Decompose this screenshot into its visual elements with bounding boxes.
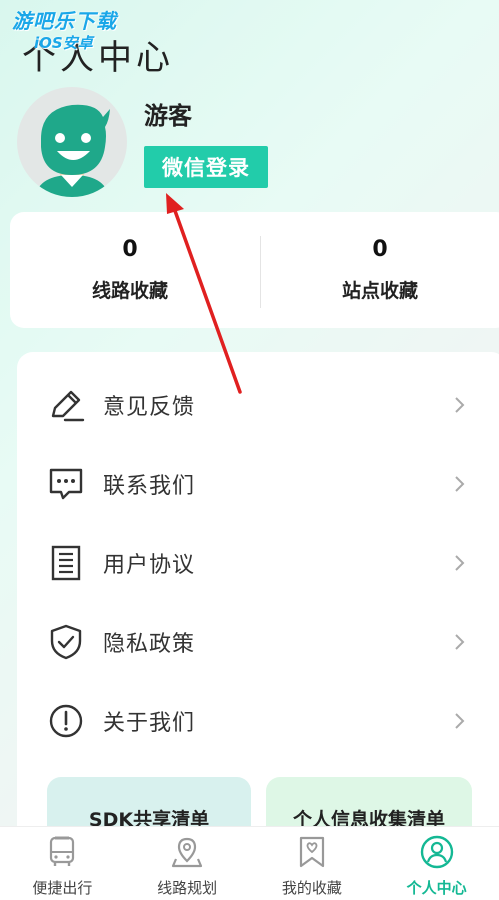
avatar[interactable] — [17, 87, 127, 197]
watermark-line1: 游吧乐下载 — [12, 9, 117, 33]
stat-divider — [260, 236, 261, 308]
favorite-bookmark-icon — [299, 836, 324, 868]
tab-label: 我的收藏 — [281, 879, 342, 897]
menu-item-contact[interactable]: 联系我们 — [17, 444, 499, 523]
watermark-logo: 游吧乐下载 iOS安卓 — [12, 10, 152, 54]
tab-label: 便捷出行 — [32, 879, 93, 897]
tab-personal-center[interactable]: 个人中心 — [374, 827, 499, 900]
chevron-right-icon — [455, 712, 465, 729]
menu-item-feedback[interactable]: 意见反馈 — [17, 365, 499, 444]
stat-label: 线路收藏 — [91, 280, 168, 302]
bottom-tab-bar: 便捷出行 线路规划 我的收藏 个人中心 — [0, 826, 499, 900]
stat-value: 0 — [122, 237, 138, 262]
favorites-stats-card: 0 线路收藏 0 站点收藏 — [10, 212, 499, 328]
document-icon — [51, 545, 81, 580]
avatar-face-icon — [35, 104, 110, 197]
menu-item-label: 关于我们 — [103, 710, 196, 736]
shield-check-icon — [50, 624, 82, 659]
menu-item-label: 意见反馈 — [103, 394, 196, 420]
chevron-right-icon — [455, 475, 465, 492]
tab-route-planning[interactable]: 线路规划 — [125, 827, 250, 900]
stat-label: 站点收藏 — [341, 280, 418, 302]
info-circle-icon — [49, 704, 83, 737]
chevron-right-icon — [455, 554, 465, 571]
menu-item-about-us[interactable]: 关于我们 — [17, 681, 499, 760]
watermark-line2: iOS安卓 — [34, 34, 93, 52]
menu-item-user-agreement[interactable]: 用户协议 — [17, 523, 499, 602]
menu-item-label: 用户协议 — [103, 552, 196, 578]
menu-item-privacy-policy[interactable]: 隐私政策 — [17, 602, 499, 681]
stat-station-favorites[interactable]: 0 站点收藏 — [260, 212, 499, 328]
chat-bubble-icon — [49, 468, 83, 499]
stat-value: 0 — [372, 237, 388, 262]
tab-label: 线路规划 — [157, 879, 218, 897]
chevron-right-icon — [455, 633, 465, 650]
tab-label: 个人中心 — [406, 879, 467, 897]
user-profile-icon — [420, 835, 453, 869]
location-pin-icon — [172, 837, 203, 868]
edit-pen-icon — [51, 390, 85, 421]
menu-item-label: 隐私政策 — [103, 631, 196, 657]
stat-route-favorites[interactable]: 0 线路收藏 — [10, 212, 260, 328]
wechat-login-button[interactable]: 微信登录 — [144, 146, 268, 188]
username: 游客 — [144, 102, 192, 130]
menu-item-label: 联系我们 — [103, 473, 196, 499]
chevron-right-icon — [455, 396, 465, 413]
tab-convenient-travel[interactable]: 便捷出行 — [0, 827, 125, 900]
tab-my-favorites[interactable]: 我的收藏 — [250, 827, 375, 900]
bus-icon — [50, 836, 75, 866]
